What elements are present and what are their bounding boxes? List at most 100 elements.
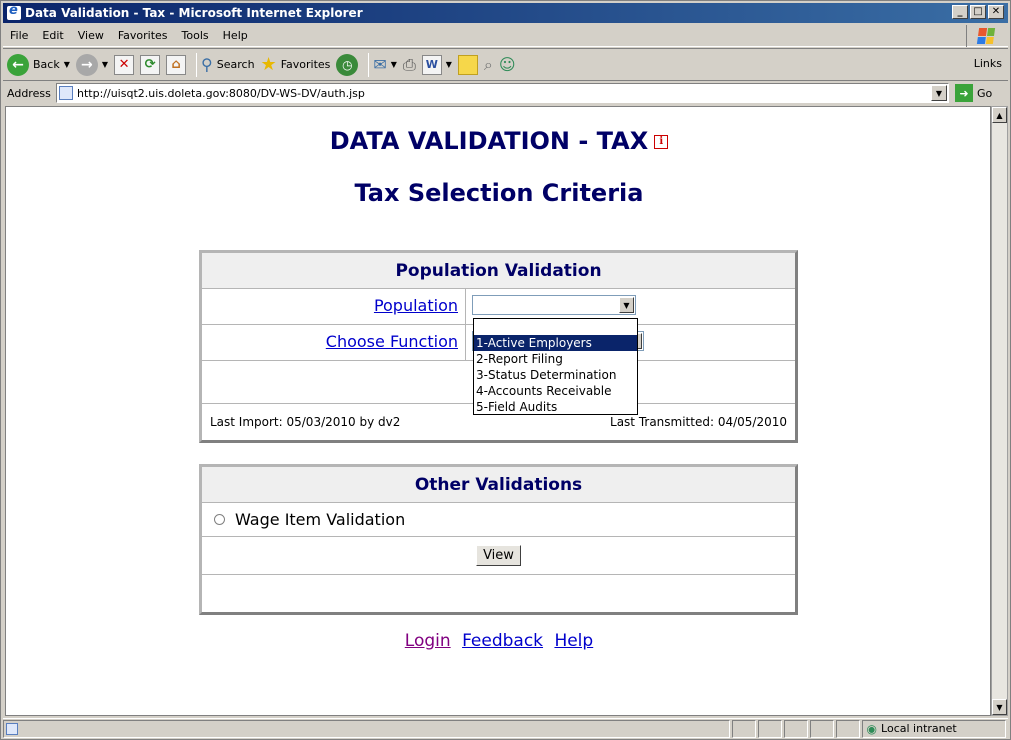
status-cell [783, 719, 808, 738]
footer-links: Login Feedback Help [6, 631, 990, 651]
wage-item-label: Wage Item Validation [235, 510, 406, 529]
dropdown-option-accounts-receivable[interactable]: 4-Accounts Receivable [474, 383, 637, 399]
minimize-button[interactable]: _ [952, 5, 968, 19]
go-button[interactable]: ➜ Go [955, 84, 992, 102]
address-url: http://uisqt2.uis.doleta.gov:8080/DV-WS-… [77, 86, 365, 100]
scroll-down-icon[interactable]: ▼ [992, 699, 1007, 715]
window-controls: _ □ ✕ [952, 5, 1004, 19]
page-status-icon [6, 722, 18, 735]
search-icon: ⚲ [201, 55, 213, 74]
dropdown-option-field-audits[interactable]: 5-Field Audits [474, 399, 637, 415]
history-button[interactable]: ◷ [336, 53, 359, 76]
population-link[interactable]: Population [374, 296, 458, 315]
discuss-button[interactable] [457, 54, 478, 75]
status-cell [757, 719, 782, 738]
forward-arrow-icon: → [75, 53, 98, 76]
ie-icon [7, 3, 21, 20]
windows-logo-icon [966, 25, 1004, 47]
forward-button[interactable]: → ▼ [75, 53, 108, 76]
chevron-down-icon[interactable]: ▼ [446, 60, 452, 69]
status-cell [835, 719, 860, 738]
population-dropdown-list: 1-Active Employers 2-Report Filing 3-Sta… [473, 318, 638, 415]
dropdown-option-active-employers[interactable]: 1-Active Employers [474, 335, 637, 351]
word-icon: W [421, 54, 442, 75]
edit-button[interactable]: W ▼ [421, 54, 452, 75]
vertical-scrollbar[interactable]: ▲ ▼ [991, 106, 1008, 716]
messenger-button[interactable]: ☺ [499, 55, 516, 74]
print-button[interactable]: ⎙ [403, 55, 416, 75]
info-icon[interactable]: i [654, 135, 669, 149]
refresh-button[interactable]: ⟳ [140, 54, 161, 75]
messenger-icon: ☺ [498, 55, 516, 74]
page-title-text: DATA VALIDATION - TAX [329, 127, 649, 155]
other-validations-panel: Other Validations Wage Item Validation V… [199, 464, 798, 615]
links-button[interactable]: Links [974, 57, 1002, 70]
title-bar: Data Validation - Tax - Microsoft Intern… [3, 3, 1008, 23]
home-icon: ⌂ [166, 54, 187, 75]
menu-help[interactable]: Help [216, 29, 255, 42]
page-subtitle: Tax Selection Criteria [354, 179, 644, 207]
back-label: Back [33, 58, 60, 71]
scroll-up-icon[interactable]: ▲ [992, 107, 1007, 123]
dropdown-option-status-determination[interactable]: 3-Status Determination [474, 367, 637, 383]
refresh-icon: ⟳ [140, 54, 161, 75]
history-icon: ◷ [336, 53, 359, 76]
help-link[interactable]: Help [554, 631, 593, 651]
back-button[interactable]: ← Back ▼ [7, 53, 70, 76]
population-label-cell: Population [202, 289, 466, 324]
population-panel-header: Population Validation [202, 253, 795, 289]
dropdown-option-report-filing[interactable]: 2-Report Filing [474, 351, 637, 367]
menu-bar: File Edit View Favorites Tools Help [3, 25, 1008, 47]
last-transmitted-text: Last Transmitted: 04/05/2010 [610, 415, 787, 429]
close-button[interactable]: ✕ [988, 5, 1004, 19]
maximize-button[interactable]: □ [970, 5, 986, 19]
wage-item-row: Wage Item Validation [202, 503, 795, 537]
chevron-down-icon[interactable]: ▼ [391, 60, 397, 69]
toolbar: ← Back ▼ → ▼ ✕ ⟳ ⌂ ⚲ Search ★ Favorites … [3, 48, 1008, 81]
menu-tools[interactable]: Tools [175, 29, 216, 42]
status-cell [732, 719, 756, 738]
research-icon: ⌕ [483, 54, 493, 74]
wage-item-radio[interactable] [214, 514, 225, 525]
chevron-down-icon[interactable]: ▼ [64, 60, 70, 69]
population-select[interactable]: ▼ [472, 295, 636, 315]
menu-edit[interactable]: Edit [35, 29, 70, 42]
search-label: Search [216, 58, 255, 71]
feedback-link[interactable]: Feedback [462, 631, 543, 651]
toolbar-divider [196, 52, 198, 77]
address-bar: Address http://uisqt2.uis.doleta.gov:808… [3, 82, 1008, 104]
view-button[interactable]: View [476, 545, 521, 566]
zone-label: Local intranet [881, 722, 957, 735]
home-button[interactable]: ⌂ [166, 54, 187, 75]
search-button[interactable]: ⚲ Search [201, 55, 255, 74]
login-link[interactable]: Login [405, 631, 451, 651]
mail-button[interactable]: ✉ ▼ [373, 55, 397, 74]
intranet-icon: ◉ [866, 721, 878, 736]
research-button[interactable]: ⌕ [484, 55, 493, 75]
favorites-button[interactable]: ★ Favorites [261, 54, 331, 75]
function-label-cell: Choose Function [202, 325, 466, 360]
view-button-row: View [202, 537, 795, 575]
menu-file[interactable]: File [3, 29, 35, 42]
menu-favorites[interactable]: Favorites [111, 29, 175, 42]
menu-view[interactable]: View [71, 29, 111, 42]
mail-icon: ✉ [373, 55, 387, 74]
other-panel-header: Other Validations [202, 467, 795, 503]
toolbar-divider [368, 52, 370, 77]
address-input[interactable]: http://uisqt2.uis.doleta.gov:8080/DV-WS-… [56, 83, 949, 103]
note-icon [457, 54, 478, 75]
chevron-down-icon[interactable]: ▼ [619, 297, 634, 313]
last-import-text: Last Import: 05/03/2010 by dv2 [210, 415, 401, 429]
choose-function-link[interactable]: Choose Function [326, 332, 458, 351]
stop-button[interactable]: ✕ [114, 54, 135, 75]
printer-icon: ⎙ [402, 54, 416, 74]
status-bar: ◉ Local intranet [3, 718, 1008, 738]
address-dropdown-button[interactable]: ▼ [931, 85, 947, 101]
chevron-down-icon[interactable]: ▼ [102, 60, 108, 69]
status-cell [809, 719, 834, 738]
zone-cell: ◉ Local intranet [861, 719, 1006, 738]
address-label: Address [7, 86, 51, 100]
page-content: DATA VALIDATION - TAX i Tax Selection Cri… [5, 106, 991, 716]
star-icon: ★ [260, 54, 277, 75]
back-arrow-icon: ← [7, 53, 29, 76]
